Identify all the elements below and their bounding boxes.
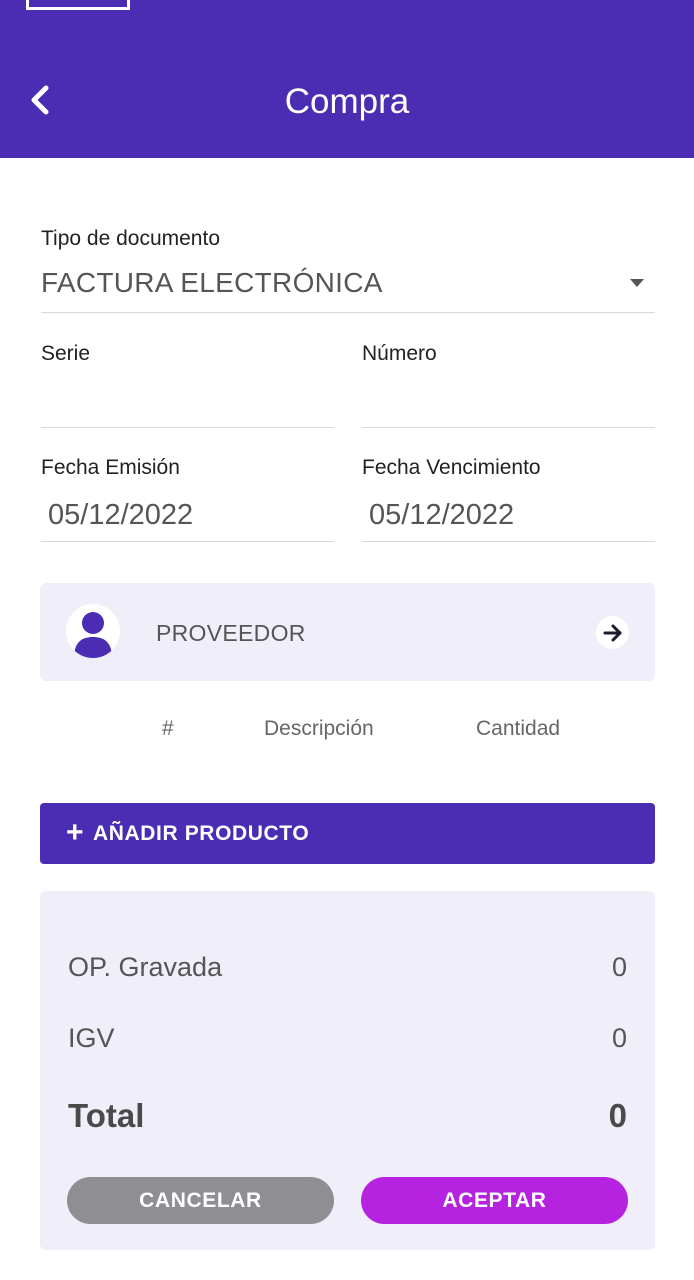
add-product-button[interactable]: + AÑADIR PRODUCTO bbox=[40, 803, 655, 864]
numero-underline bbox=[362, 427, 655, 428]
numero-input[interactable] bbox=[362, 371, 655, 427]
proveedor-selector[interactable]: PROVEEDOR bbox=[40, 583, 655, 681]
fecha-emision-input[interactable]: 05/12/2022 bbox=[48, 498, 193, 532]
cancel-button[interactable]: CANCELAR bbox=[67, 1177, 334, 1224]
column-header-descripcion: Descripción bbox=[264, 717, 374, 740]
totals-card: OP. Gravada 0 IGV 0 Total 0 CANCELAR ACE… bbox=[40, 891, 655, 1250]
status-bar-fragment bbox=[26, 0, 130, 10]
person-icon bbox=[74, 612, 112, 658]
column-header-number: # bbox=[162, 717, 174, 740]
accept-button[interactable]: ACEPTAR bbox=[361, 1177, 628, 1224]
fecha-emision-underline bbox=[41, 541, 334, 542]
igv-value: 0 bbox=[611, 1023, 627, 1053]
app-bar: Compra bbox=[0, 0, 694, 158]
op-gravada-value: 0 bbox=[611, 952, 627, 982]
column-header-cantidad: Cantidad bbox=[476, 717, 561, 740]
serie-input[interactable] bbox=[41, 371, 334, 427]
add-product-label: AÑADIR PRODUCTO bbox=[93, 821, 310, 845]
plus-icon: + bbox=[66, 815, 85, 849]
igv-label: IGV bbox=[68, 1023, 115, 1053]
fecha-vencimiento-input[interactable]: 05/12/2022 bbox=[369, 498, 514, 532]
fecha-vencimiento-underline bbox=[362, 541, 655, 542]
fecha-vencimiento-label: Fecha Vencimiento bbox=[362, 456, 541, 479]
avatar bbox=[66, 604, 120, 658]
numero-label: Número bbox=[362, 342, 437, 365]
fecha-emision-label: Fecha Emisión bbox=[41, 456, 180, 479]
arrow-right-icon bbox=[603, 624, 621, 641]
page-title: Compra bbox=[284, 82, 410, 121]
op-gravada-label: OP. Gravada bbox=[68, 952, 223, 982]
proveedor-arrow-button[interactable] bbox=[596, 616, 629, 649]
proveedor-label: PROVEEDOR bbox=[156, 620, 306, 646]
serie-underline bbox=[41, 427, 334, 428]
document-type-select[interactable] bbox=[41, 226, 655, 314]
total-label: Total bbox=[68, 1097, 145, 1134]
total-value: 0 bbox=[608, 1097, 627, 1134]
serie-label: Serie bbox=[41, 342, 91, 365]
